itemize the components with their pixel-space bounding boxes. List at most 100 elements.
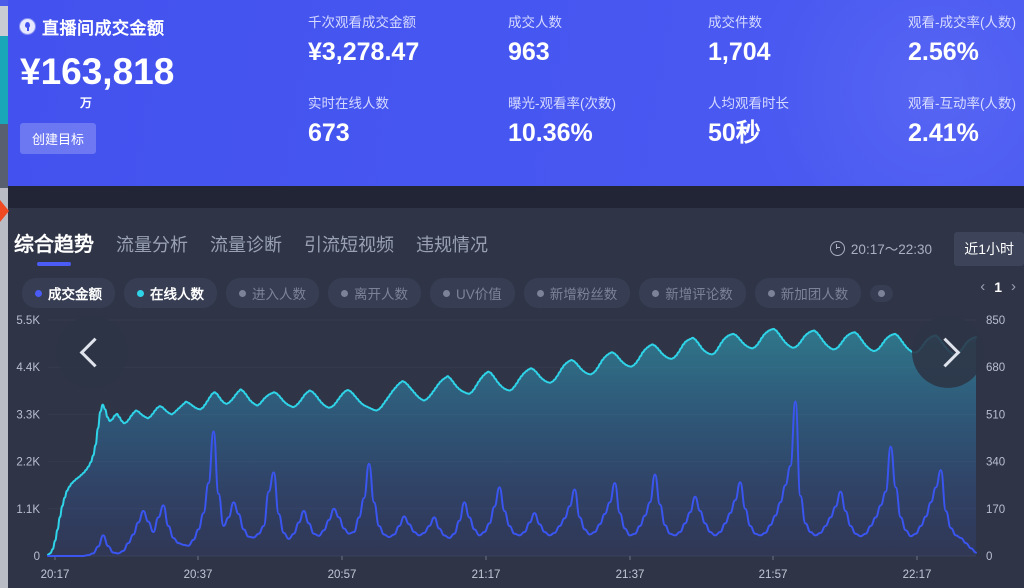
edge-segment-teal	[0, 36, 8, 124]
svg-text:2.2K: 2.2K	[16, 457, 40, 469]
chip-dot-icon	[767, 289, 775, 297]
svg-text:5.5K: 5.5K	[16, 315, 40, 327]
kpi-value: 2.41%	[908, 118, 979, 147]
kpi-cell-avg-watch-time: 人均观看时长 50秒	[708, 95, 908, 147]
edge-segment-light	[0, 188, 8, 588]
chart-next-button[interactable]	[912, 316, 984, 388]
pager-prev-icon[interactable]: ‹	[980, 278, 985, 295]
chip-dot-icon	[536, 289, 544, 297]
time-range-display: 20:17～22:30	[829, 238, 932, 258]
kpi-row-bottom: 实时在线人数 673 曝光-观看率(次数) 10.36% 人均观看时长 50秒 …	[308, 95, 1016, 147]
tab-traffic-analysis[interactable]: 流量分析	[116, 231, 188, 266]
chip-transaction-amount[interactable]: 成交金额	[22, 278, 115, 308]
chip-label: UV价值	[456, 287, 502, 302]
range-selector-button[interactable]: 近1小时	[954, 232, 1024, 266]
svg-text:4.4K: 4.4K	[16, 362, 40, 374]
kpi-value: ¥3,278.47	[308, 37, 420, 66]
clock-icon	[829, 240, 845, 256]
chip-dot-icon	[652, 289, 660, 297]
pager-current-page: 1	[994, 278, 1002, 295]
kpi-label: 实时在线人数	[308, 95, 389, 111]
primary-metric-title-row: 直播间成交金额	[20, 14, 290, 39]
chip-label: 在线人数	[150, 287, 204, 302]
chip-leave-count[interactable]: 离开人数	[328, 278, 421, 308]
dashboard-root: 直播间成交金额 ¥163,818 万 创建目标 千次观看成交金额 ¥3,278.…	[0, 0, 1024, 588]
chevron-left-icon	[79, 337, 110, 367]
metric-chip-list: 成交金额 在线人数 进入人数 离开人数 UV价值 新增粉丝数 新增评论数 新加团…	[22, 278, 894, 308]
chip-label: 新增评论数	[665, 287, 733, 302]
primary-metric: 直播间成交金额 ¥163,818 万 创建目标	[20, 14, 290, 154]
create-goal-button[interactable]: 创建目标	[20, 123, 97, 154]
chevron-right-icon	[930, 337, 961, 367]
trend-panel: 综合趋势 流量分析 流量诊断 引流短视频 违规情况 20:17～22:30 近1…	[8, 208, 1024, 588]
pager-next-icon[interactable]: ›	[1011, 278, 1016, 295]
svg-text:20:17: 20:17	[41, 569, 70, 581]
chip-label: 新加团人数	[780, 287, 849, 302]
primary-metric-label: 直播间成交金额	[42, 19, 165, 38]
svg-text:340: 340	[986, 457, 1005, 469]
browser-left-edge	[0, 0, 8, 588]
kpi-cell-interaction-rate: 观看-互动率(人数) 2.41%	[908, 95, 1024, 147]
svg-text:850: 850	[986, 315, 1005, 327]
chip-uv-value[interactable]: UV价值	[430, 278, 515, 308]
chip-new-fans[interactable]: 新增粉丝数	[523, 278, 631, 308]
chip-new-group-members[interactable]: 新加团人数	[754, 278, 862, 308]
kpi-cell-view-conversion: 观看-成交率(人数) 2.56%	[908, 15, 1024, 66]
chip-dot-icon	[239, 289, 246, 297]
kpi-cell-orders: 成交件数 1,704	[708, 15, 908, 66]
kpi-value: 963	[508, 37, 550, 66]
chip-dot-icon	[878, 289, 886, 297]
kpi-cell-gpm: 千次观看成交金额 ¥3,278.47	[308, 15, 508, 66]
edge-segment-dark	[0, 124, 8, 188]
kpi-metric-grid: 千次观看成交金额 ¥3,278.47 成交人数 963 成交件数 1,704 观…	[308, 15, 1016, 147]
kpi-label: 观看-成交率(人数)	[908, 15, 1016, 30]
tab-traffic-diagnosis[interactable]: 流量诊断	[210, 231, 282, 266]
kpi-label: 人均观看时长	[708, 95, 789, 111]
kpi-cell-buyers: 成交人数 963	[508, 15, 708, 66]
kpi-cell-online-now: 实时在线人数 673	[308, 95, 508, 146]
chip-new-comments[interactable]: 新增评论数	[639, 278, 746, 308]
scroll-marker-icon	[0, 200, 9, 222]
chip-pager: ‹ 1 ›	[980, 278, 1016, 295]
svg-text:1.1K: 1.1K	[16, 504, 40, 516]
chip-enter-count[interactable]: 进入人数	[226, 278, 319, 308]
svg-text:20:57: 20:57	[328, 569, 357, 581]
trend-chart-svg: 0 1.1K 2.2K 3.3K 4.4K 5.5K 0 170 340 510 680 850 20:…	[16, 315, 1005, 581]
kpi-label: 成交人数	[508, 15, 562, 30]
tab-overall-trend[interactable]: 综合趋势	[14, 228, 94, 266]
primary-metric-unit: 万	[80, 96, 93, 110]
kpi-value: 50秒	[708, 118, 761, 147]
kpi-header: 直播间成交金额 ¥163,818 万 创建目标 千次观看成交金额 ¥3,278.…	[8, 0, 1024, 186]
chip-dot-icon	[341, 289, 348, 297]
tab-violations[interactable]: 违规情况	[416, 231, 488, 266]
shield-badge-icon	[20, 19, 35, 34]
trend-chart: 0 1.1K 2.2K 3.3K 4.4K 5.5K 0 170 340 510 680 850 20:…	[8, 312, 1024, 588]
kpi-label: 观看-互动率(人数)	[908, 95, 1016, 111]
tab-short-video[interactable]: 引流短视频	[304, 231, 394, 266]
kpi-label: 曝光-观看率(次数)	[508, 95, 616, 111]
kpi-value: 1,704	[708, 37, 771, 66]
chip-overflow[interactable]	[870, 284, 894, 302]
time-range-text: 20:17～22:30	[850, 242, 932, 257]
svg-text:22:17: 22:17	[903, 569, 932, 581]
chip-online-count[interactable]: 在线人数	[124, 278, 217, 308]
kpi-label: 千次观看成交金额	[308, 15, 416, 30]
chip-dot-icon	[443, 289, 450, 297]
tab-label: 综合趋势	[14, 234, 94, 256]
chip-dot-icon	[35, 289, 42, 297]
svg-text:170: 170	[986, 504, 1005, 516]
kpi-label: 成交件数	[708, 15, 762, 30]
chart-prev-button[interactable]	[56, 316, 128, 388]
chip-label: 进入人数	[252, 287, 306, 302]
kpi-cell-exposure-view-rate: 曝光-观看率(次数) 10.36%	[508, 95, 708, 146]
kpi-value: 2.56%	[908, 37, 979, 66]
kpi-row-top: 千次观看成交金额 ¥3,278.47 成交人数 963 成交件数 1,704 观…	[308, 15, 1016, 66]
panel-tabs: 综合趋势 流量分析 流量诊断 引流短视频 违规情况	[14, 228, 488, 266]
primary-metric-value: ¥163,818	[20, 51, 175, 92]
svg-text:21:17: 21:17	[472, 569, 501, 581]
edge-segment-blue	[0, 0, 8, 6]
chip-label: 新增粉丝数	[549, 287, 618, 302]
svg-text:0: 0	[34, 551, 40, 563]
header-panel-divider	[8, 186, 1024, 208]
chip-label: 离开人数	[354, 287, 408, 302]
